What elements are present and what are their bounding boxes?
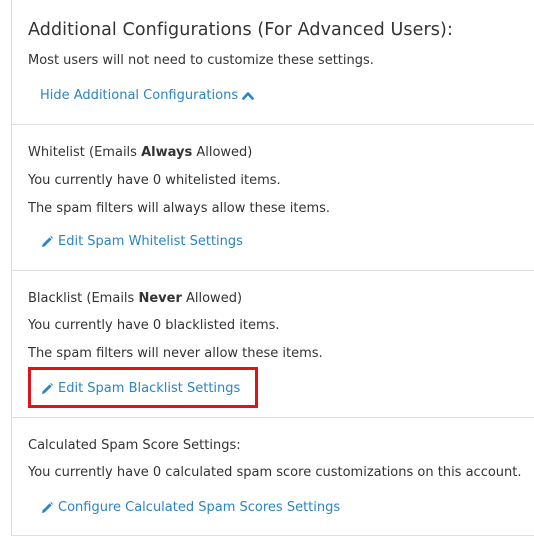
edit-blacklist-label: Edit Spam Blacklist Settings (58, 381, 241, 396)
chevron-up-icon (242, 91, 254, 100)
pencil-icon (42, 235, 53, 247)
section-subtitle: Most users will not need to customize th… (28, 53, 374, 68)
configure-calculated-label: Configure Calculated Spam Scores Setting… (58, 500, 341, 515)
advanced-config-panel: Additional Configurations (For Advanced … (11, 0, 534, 536)
blacklist-title-suffix: Allowed) (181, 291, 243, 306)
advanced-config-header: Additional Configurations (For Advanced … (12, 0, 534, 125)
edit-spam-whitelist-link[interactable]: Edit Spam Whitelist Settings (40, 234, 243, 249)
calculated-spam-title: Calculated Spam Score Settings: (28, 438, 241, 453)
blacklist-section: Blacklist (Emails Never Allowed) You cur… (12, 271, 534, 418)
pencil-icon (42, 501, 53, 513)
hide-additional-configurations-link[interactable]: Hide Additional Configurations (40, 88, 254, 103)
edit-spam-blacklist-link[interactable]: Edit Spam Blacklist Settings (40, 381, 240, 396)
hide-link-label: Hide Additional Configurations (40, 88, 239, 103)
blacklist-description: The spam filters will never allow these … (28, 346, 323, 361)
section-title: Additional Configurations (For Advanced … (28, 20, 453, 40)
blacklist-title: Blacklist (Emails Never Allowed) (28, 291, 242, 306)
whitelist-title-prefix: Whitelist (Emails (28, 145, 142, 160)
whitelist-description: The spam filters will always allow these… (28, 201, 331, 216)
blacklist-title-bold: Never (138, 291, 182, 306)
whitelist-title: Whitelist (Emails Always Allowed) (28, 145, 252, 160)
blacklist-count-text: You currently have 0 blacklisted items. (28, 318, 280, 333)
calculated-spam-score-section: Calculated Spam Score Settings: You curr… (12, 418, 534, 536)
whitelist-section: Whitelist (Emails Always Allowed) You cu… (12, 125, 534, 271)
whitelist-count-text: You currently have 0 whitelisted items. (28, 173, 281, 188)
configure-calculated-spam-scores-link[interactable]: Configure Calculated Spam Scores Setting… (40, 500, 340, 515)
calculated-spam-count-text: You currently have 0 calculated spam sco… (28, 465, 522, 480)
blacklist-title-prefix: Blacklist (Emails (28, 291, 139, 306)
pencil-icon (42, 382, 53, 394)
whitelist-title-suffix: Allowed) (192, 145, 253, 160)
edit-whitelist-label: Edit Spam Whitelist Settings (58, 234, 243, 249)
whitelist-title-bold: Always (141, 145, 193, 160)
